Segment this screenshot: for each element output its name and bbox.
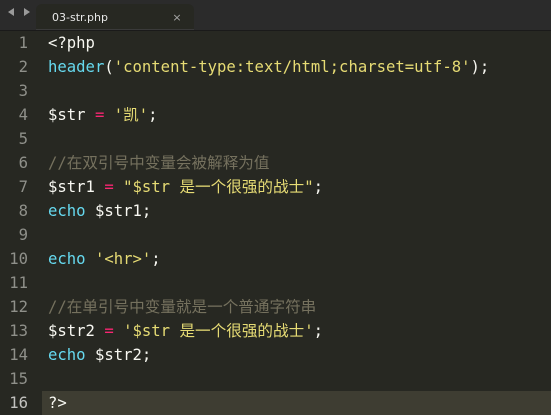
tab-bar: 03-str.php × <box>0 0 551 31</box>
code-line[interactable]: $str = '凯'; <box>48 103 551 127</box>
triangle-left-icon[interactable] <box>4 4 18 20</box>
code-token: echo <box>48 346 86 364</box>
code-token: '凯' <box>113 106 149 124</box>
line-number: 5 <box>18 130 28 148</box>
code-token: = <box>94 106 105 124</box>
code-token: ; <box>313 178 323 196</box>
code-line[interactable]: $str1 = "$str 是一个很强的战士"; <box>48 175 551 199</box>
line-number: 6 <box>18 154 28 172</box>
code-line[interactable]: $str2 = '$str 是一个很强的战士'; <box>48 319 551 343</box>
line-number: 12 <box>9 298 28 316</box>
code-token: '$str 是一个很强的战士' <box>123 322 314 340</box>
code-token: echo <box>48 250 86 268</box>
code-line[interactable]: echo $str1; <box>48 199 551 223</box>
code-token: echo <box>48 202 86 220</box>
code-token: ); <box>470 58 490 76</box>
line-number: 1 <box>18 34 28 52</box>
line-number: 3 <box>18 82 28 100</box>
triangle-right-icon[interactable] <box>20 4 34 20</box>
code-editor[interactable]: 1 2 3 4 5 6 7 8 9 10 11 12 13 14 15 16 <?php header('con… <box>0 31 551 415</box>
code-line[interactable] <box>48 271 551 295</box>
code-token: ; <box>148 106 158 124</box>
code-area[interactable]: <?php header('content-type:text/html;char… <box>42 31 551 415</box>
code-line[interactable] <box>48 223 551 247</box>
code-line[interactable]: //在双引号中变量会被解释为值 <box>48 151 551 175</box>
code-token: ; <box>313 322 323 340</box>
code-line[interactable]: echo $str2; <box>48 343 551 367</box>
code-token: $str1; <box>85 202 152 220</box>
code-token: <?php <box>48 34 95 52</box>
line-number: 8 <box>18 202 28 220</box>
code-line[interactable]: <?php <box>48 31 551 55</box>
code-line[interactable] <box>48 367 551 391</box>
tab-03-str-php[interactable]: 03-str.php × <box>36 4 194 30</box>
line-number-gutter: 1 2 3 4 5 6 7 8 9 10 11 12 13 14 15 16 <box>0 31 42 415</box>
line-number: 7 <box>18 178 28 196</box>
line-number: 2 <box>18 58 28 76</box>
tab-title: 03-str.php <box>52 10 108 24</box>
code-token: ?> <box>48 394 67 412</box>
code-token: $str2 <box>48 322 95 340</box>
line-number: 10 <box>9 250 28 268</box>
line-number: 16 <box>9 394 28 412</box>
code-token: $str2; <box>85 346 152 364</box>
editor-window: 03-str.php × 1 2 3 4 5 6 7 8 9 10 11 12 13 14 15 16 <?p… <box>0 0 551 415</box>
code-token: = <box>104 322 114 340</box>
code-token: ( <box>104 58 114 76</box>
line-number: 11 <box>9 274 28 292</box>
code-line[interactable]: //在单引号中变量就是一个普通字符串 <box>48 295 551 319</box>
nav-arrows <box>4 4 34 20</box>
code-token: //在双引号中变量会被解释为值 <box>48 154 270 172</box>
line-number: 15 <box>9 370 28 388</box>
code-line[interactable] <box>48 127 551 151</box>
code-token: $str1 <box>48 178 95 196</box>
line-number: 9 <box>18 226 28 244</box>
close-icon[interactable]: × <box>170 10 184 24</box>
line-number: 4 <box>18 106 28 124</box>
code-line[interactable]: echo '<hr>'; <box>48 247 551 271</box>
code-token: '<hr>' <box>94 250 152 268</box>
code-line[interactable] <box>48 79 551 103</box>
code-token: ; <box>151 250 161 268</box>
line-number: 13 <box>9 322 28 340</box>
line-number: 14 <box>9 346 28 364</box>
code-token: = <box>104 178 114 196</box>
code-line[interactable]: ?> <box>42 391 551 415</box>
code-token: "$str 是一个很强的战士" <box>123 178 314 196</box>
code-token: $str <box>48 106 86 124</box>
code-line[interactable]: header('content-type:text/html;charset=u… <box>48 55 551 79</box>
code-token: header <box>48 58 105 76</box>
code-token: 'content-type:text/html;charset=utf-8' <box>113 58 471 76</box>
code-token: //在单引号中变量就是一个普通字符串 <box>48 298 317 316</box>
